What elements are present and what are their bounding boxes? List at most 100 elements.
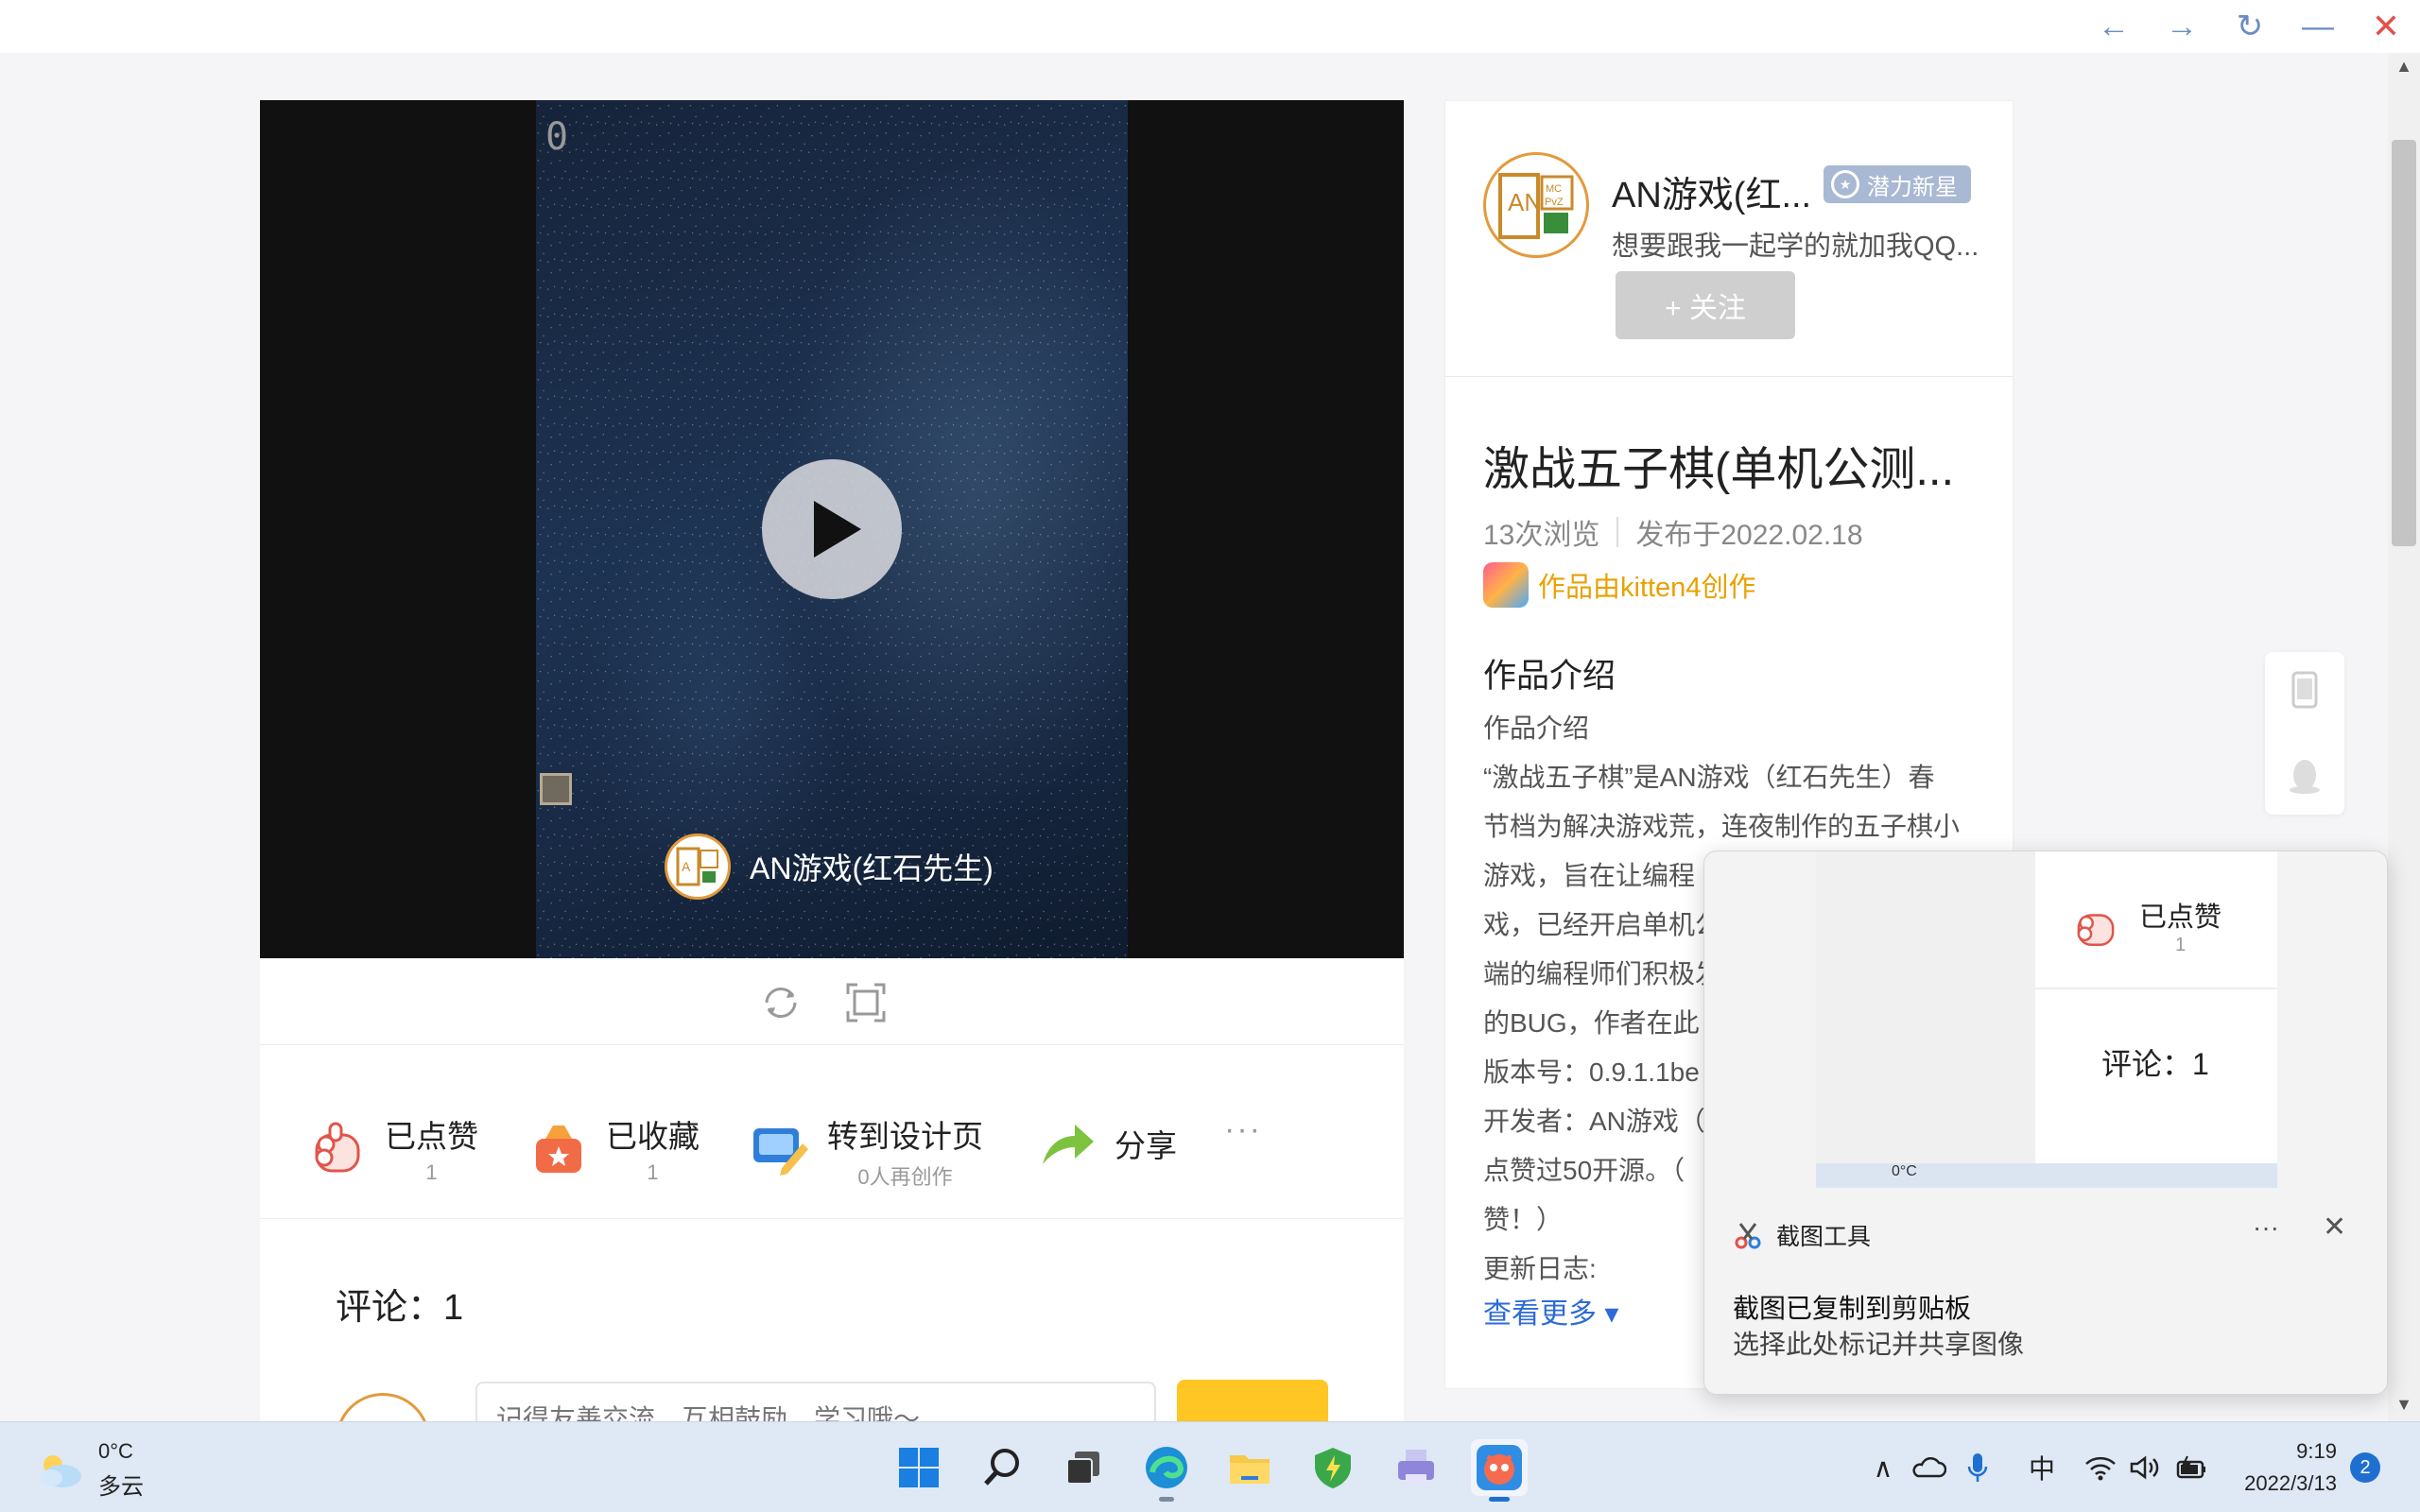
side-toolbar [2265,652,2344,815]
publish-date: 发布于2022.02.18 [1635,520,1863,551]
creator-tool[interactable]: 作品由kitten4创作 [1483,562,1755,608]
share-label: 分享 [1115,1128,1177,1163]
security-app[interactable] [1305,1439,1361,1496]
task-view-button[interactable] [1055,1439,1112,1496]
page-scrollbar[interactable]: ▲ ▼ [2388,53,2420,1421]
avatar-text-an: AN [1508,188,1542,216]
follow-button[interactable]: + 关注 [1616,271,1795,339]
forward-arrow-icon[interactable]: → [2157,6,2206,47]
play-button[interactable] [762,459,902,599]
screenshot-preview[interactable]: 已点赞 1 评论：1 0°C [1816,851,2277,1188]
edge-running-indicator [1159,1497,1174,1502]
preview-taskbar-strip: 0°C [1816,1163,2277,1188]
preview-left-area [1816,851,2035,1163]
author-avatar[interactable]: AN MC PvZ [1483,152,1589,258]
toast-app-name: 截图工具 [1776,1224,1872,1250]
kitten4-icon [1483,562,1529,608]
favorite-button[interactable]: 已收藏 1 [527,1111,700,1185]
badge-label: 潜力新星 [1867,174,1958,200]
start-button[interactable] [890,1439,947,1496]
preview-divider [2035,988,2277,989]
taskbar-search[interactable] [974,1439,1030,1496]
back-arrow-icon[interactable]: ← [2089,6,2138,47]
shield-icon [1315,1448,1351,1488]
folder-icon [1230,1455,1270,1484]
share-arrow-icon [1043,1125,1094,1164]
view-count: 13次浏览 [1483,520,1600,551]
wifi-icon[interactable] [2080,1447,2121,1488]
scroll-down-arrow-icon[interactable]: ▼ [2388,1395,2420,1418]
system-clock[interactable]: 9:19 2022/3/13 [2233,1435,2337,1500]
author-avatar-small[interactable]: A [665,833,731,900]
commenter-avatar [336,1393,430,1421]
preview-comment-title: 评论：1 [2101,1047,2209,1081]
task-view-icon [1066,1452,1099,1485]
snipping-tool-notification[interactable]: 已点赞 1 评论：1 0°C 截图工具 ··· ✕ 截图已复制到剪贴板 选择此处… [1703,850,2388,1395]
clock-time: 9:19 [2296,1439,2337,1463]
thumbs-up-icon [315,1122,360,1173]
like-label: 已点赞 [385,1119,478,1154]
kitten-app-icon [1477,1445,1522,1490]
minimize-icon[interactable]: — [2293,6,2342,47]
video-counter: 0 [545,115,569,159]
clock-date: 2022/3/13 [2244,1471,2337,1495]
scrollbar-thumb[interactable] [2392,140,2416,546]
tray-overflow-chevron[interactable]: ∧ [1864,1447,1902,1488]
kitten-app[interactable] [1471,1439,1528,1502]
favorite-label: 已收藏 [606,1119,700,1154]
action-row: 已点赞 1 已收藏 1 转到设计页 0人再创作 分享 ··· [260,1045,1404,1219]
onedrive-icon[interactable] [1908,1447,1949,1488]
comment-submit-button[interactable] [1177,1380,1328,1421]
creator-label: 作品由kitten4创作 [1538,573,1756,603]
printer-icon [1398,1450,1434,1486]
fullscreen-icon[interactable] [842,979,890,1026]
design-page-button[interactable]: 转到设计页 0人再创作 [748,1111,983,1191]
video-author-name[interactable]: AN游戏(红石先生) [750,845,994,888]
weather-widget[interactable]: 0°C 多云 [34,1439,144,1501]
see-more-link[interactable]: 查看更多 ▾ [1483,1290,1618,1332]
windows-logo-icon [899,1448,939,1487]
search-icon [984,1449,1019,1486]
rotate-icon[interactable] [757,979,804,1026]
edge-browser-app[interactable] [1138,1439,1195,1502]
preview-like: 已点赞 1 [2069,895,2221,956]
qq-penguin-icon[interactable] [2284,754,2325,796]
weather-condition: 多云 [98,1474,144,1500]
comments-title: 评论：1 [336,1288,464,1328]
window-top-bar: ← → ↻ — ✕ [0,0,2420,53]
close-window-icon[interactable]: ✕ [2361,6,2411,47]
scroll-up-arrow-icon[interactable]: ▲ [2388,57,2420,79]
more-actions-button[interactable]: ··· [1224,1111,1262,1148]
comment-input[interactable] [475,1382,1156,1421]
kitten-running-indicator [1489,1497,1510,1502]
video-author-overlay: A AN游戏(红石先生) [665,833,994,900]
like-button[interactable]: 已点赞 1 [305,1111,478,1185]
toast-more-options-icon[interactable]: ··· [2253,1212,2279,1243]
share-button[interactable]: 分享 [1035,1111,1177,1176]
microphone-icon[interactable] [1957,1447,1998,1488]
comments-section: 评论：1 [260,1219,1404,1421]
battery-icon[interactable] [2170,1447,2212,1488]
volume-icon[interactable] [2123,1447,2165,1488]
video-corner-mark [540,773,572,805]
video-player[interactable]: 0 A AN游戏(红石先生) [260,100,1404,958]
author-name[interactable]: AN游戏(红... [1612,165,1811,217]
video-controls-bar [260,958,1404,1045]
svg-text:A: A [682,859,691,874]
weather-temperature: 0°C [98,1439,133,1463]
toast-header: 截图工具 [1733,1218,1871,1252]
more-dots-icon: ··· [1224,1111,1262,1147]
ime-language-indicator[interactable]: 中 [2021,1447,2063,1488]
toast-close-icon[interactable]: ✕ [2323,1211,2346,1244]
preview-like-label: 已点赞 [2139,902,2222,933]
toast-title: 截图已复制到剪贴板 [1733,1294,1972,1323]
work-meta: 13次浏览 发布于2022.02.18 [1483,511,1863,553]
author-bio: 想要跟我一起学的就加我QQ... [1612,232,1979,262]
refresh-icon[interactable]: ↻ [2225,6,2274,47]
file-explorer-app[interactable] [1221,1439,1278,1496]
rising-star-badge: ★ 潜力新星 [1824,165,1971,203]
like-count: 1 [425,1160,438,1184]
notification-count-badge[interactable]: 2 [2350,1452,2380,1483]
printer-app[interactable] [1388,1439,1444,1496]
tablet-icon[interactable] [2284,669,2325,711]
